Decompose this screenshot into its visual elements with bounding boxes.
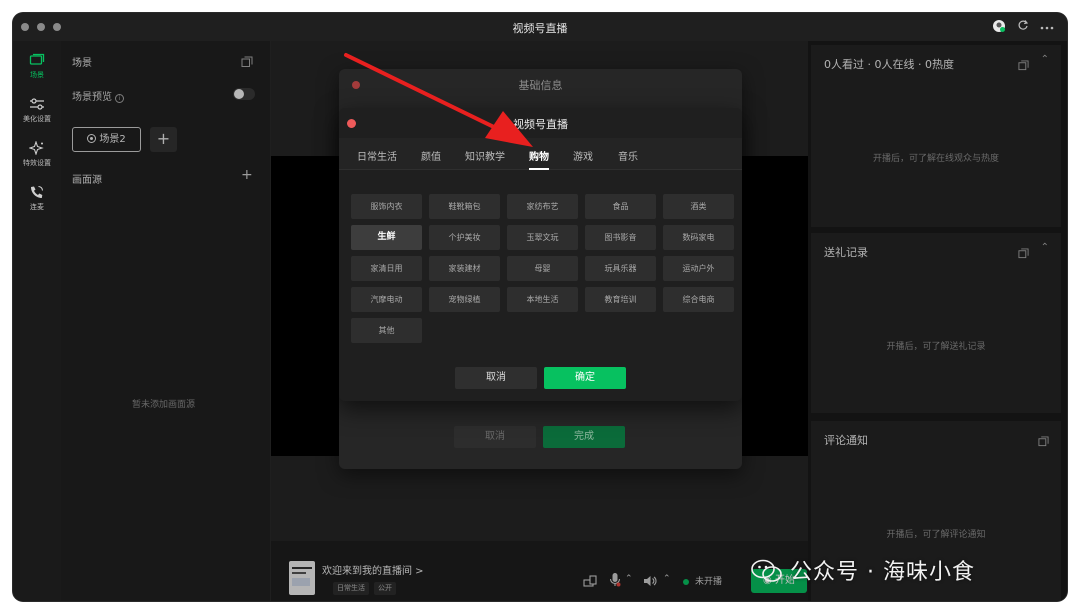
category-option[interactable]: 本地生活 [507, 287, 578, 312]
category-option[interactable]: 个护美妆 [429, 225, 500, 250]
category-option[interactable]: 母婴 [507, 256, 578, 281]
tab-daily-life[interactable]: 日常生活 [357, 148, 397, 163]
category-option[interactable]: 生鲜 [351, 225, 422, 250]
tab-education[interactable]: 知识教学 [465, 148, 505, 163]
cancel-button[interactable]: 取消 [455, 367, 537, 389]
category-option[interactable]: 服饰内衣 [351, 194, 422, 219]
basic-info-done-button[interactable]: 完成 [543, 426, 625, 448]
left-nav: 场景 美化设置 特效设置 连麦 [13, 41, 61, 601]
refresh-icon[interactable] [1015, 19, 1031, 35]
tab-looks[interactable]: 颜值 [421, 148, 441, 163]
category-option[interactable]: 玉翠文玩 [507, 225, 578, 250]
sparkle-icon [29, 141, 44, 155]
basic-info-title: 基础信息 [518, 79, 563, 92]
title-bar: 视频号直播 [13, 13, 1067, 41]
category-option[interactable]: 家清日用 [351, 256, 422, 281]
basic-info-cancel-button[interactable]: 取消 [454, 426, 536, 448]
nav-item-beauty[interactable]: 美化设置 [13, 97, 61, 124]
category-option[interactable]: 教育培训 [585, 287, 656, 312]
category-option[interactable]: 其他 [351, 318, 422, 343]
more-icon[interactable] [1039, 19, 1055, 35]
nav-label: 场景 [30, 71, 44, 79]
category-option[interactable]: 酒类 [663, 194, 734, 219]
phone-icon [31, 185, 44, 198]
category-option[interactable]: 鞋靴箱包 [429, 194, 500, 219]
nav-item-co-host[interactable]: 连麦 [13, 185, 61, 212]
category-tabs: 日常生活 颜值 知识教学 购物 游戏 音乐 [339, 138, 742, 170]
watermark-text: 公众号 · 海味小食 [790, 560, 975, 585]
avatar-icon[interactable] [991, 19, 1007, 35]
category-dialog-title: 视频号直播 [513, 118, 568, 131]
window-title: 视频号直播 [512, 22, 568, 35]
nav-label: 连麦 [30, 203, 44, 211]
category-option[interactable]: 食品 [585, 194, 656, 219]
category-option[interactable]: 图书影音 [585, 225, 656, 250]
nav-item-effects[interactable]: 特效设置 [13, 141, 61, 168]
category-option[interactable]: 运动户外 [663, 256, 734, 281]
scene-icon [29, 53, 45, 65]
confirm-button[interactable]: 确定 [544, 367, 626, 389]
category-option[interactable]: 数码家电 [663, 225, 734, 250]
tab-music[interactable]: 音乐 [618, 148, 638, 163]
wechat-logo-icon [751, 559, 782, 582]
category-option[interactable]: 宠物绿植 [429, 287, 500, 312]
nav-label: 特效设置 [23, 159, 51, 167]
tab-shopping[interactable]: 购物 [529, 148, 549, 170]
category-option[interactable]: 综合电商 [663, 287, 734, 312]
app-window: 视频号直播 场景 美化设置 特效设置 连麦 场景 场景预览 i 场景2 + 画面… [13, 13, 1067, 601]
category-option[interactable]: 玩具乐器 [585, 256, 656, 281]
category-option[interactable]: 家装建材 [429, 256, 500, 281]
category-option[interactable]: 汽摩电动 [351, 287, 422, 312]
nav-item-scene[interactable]: 场景 [13, 53, 61, 80]
category-dialog: 视频号直播 日常生活 颜值 知识教学 购物 游戏 音乐 服饰内衣 鞋靴箱包 家纺布艺… [339, 108, 742, 401]
category-option[interactable]: 家纺布艺 [507, 194, 578, 219]
nav-label: 美化设置 [23, 115, 51, 123]
tab-games[interactable]: 游戏 [573, 148, 593, 163]
sliders-icon [30, 98, 44, 110]
